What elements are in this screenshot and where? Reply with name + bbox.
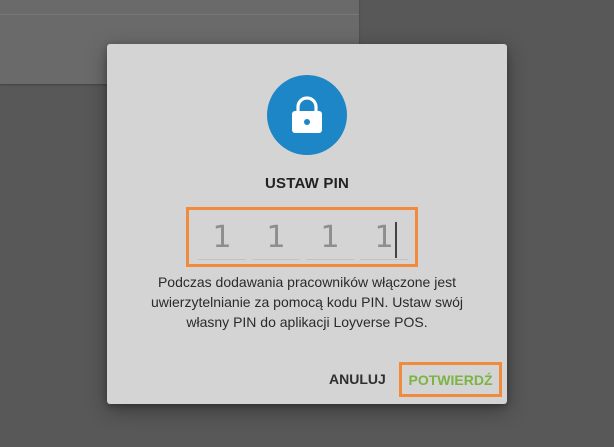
pin-digit-1[interactable]: 1 (198, 221, 246, 255)
background-divider (0, 14, 359, 15)
pin-digit-4[interactable]: 1 (360, 221, 408, 255)
pin-digit-underline (306, 259, 354, 260)
pin-digit-underline (198, 259, 246, 260)
pin-digit-underline (360, 259, 408, 260)
pin-digit-underline (252, 259, 300, 260)
pin-digit-2[interactable]: 1 (252, 221, 300, 255)
pin-digit-3[interactable]: 1 (306, 221, 354, 255)
set-pin-dialog: USTAW PIN 1 1 1 1 Podczas dodawania prac… (107, 44, 507, 404)
confirm-button[interactable]: POTWIERDŹ (399, 362, 502, 397)
cancel-button[interactable]: ANULUJ (329, 367, 386, 391)
text-cursor (395, 222, 397, 258)
pin-input-group[interactable]: 1 1 1 1 (186, 207, 418, 267)
lock-icon (267, 75, 347, 155)
dialog-message: Podczas dodawania pracowników włączone j… (150, 274, 464, 330)
dialog-title: USTAW PIN (264, 175, 350, 192)
